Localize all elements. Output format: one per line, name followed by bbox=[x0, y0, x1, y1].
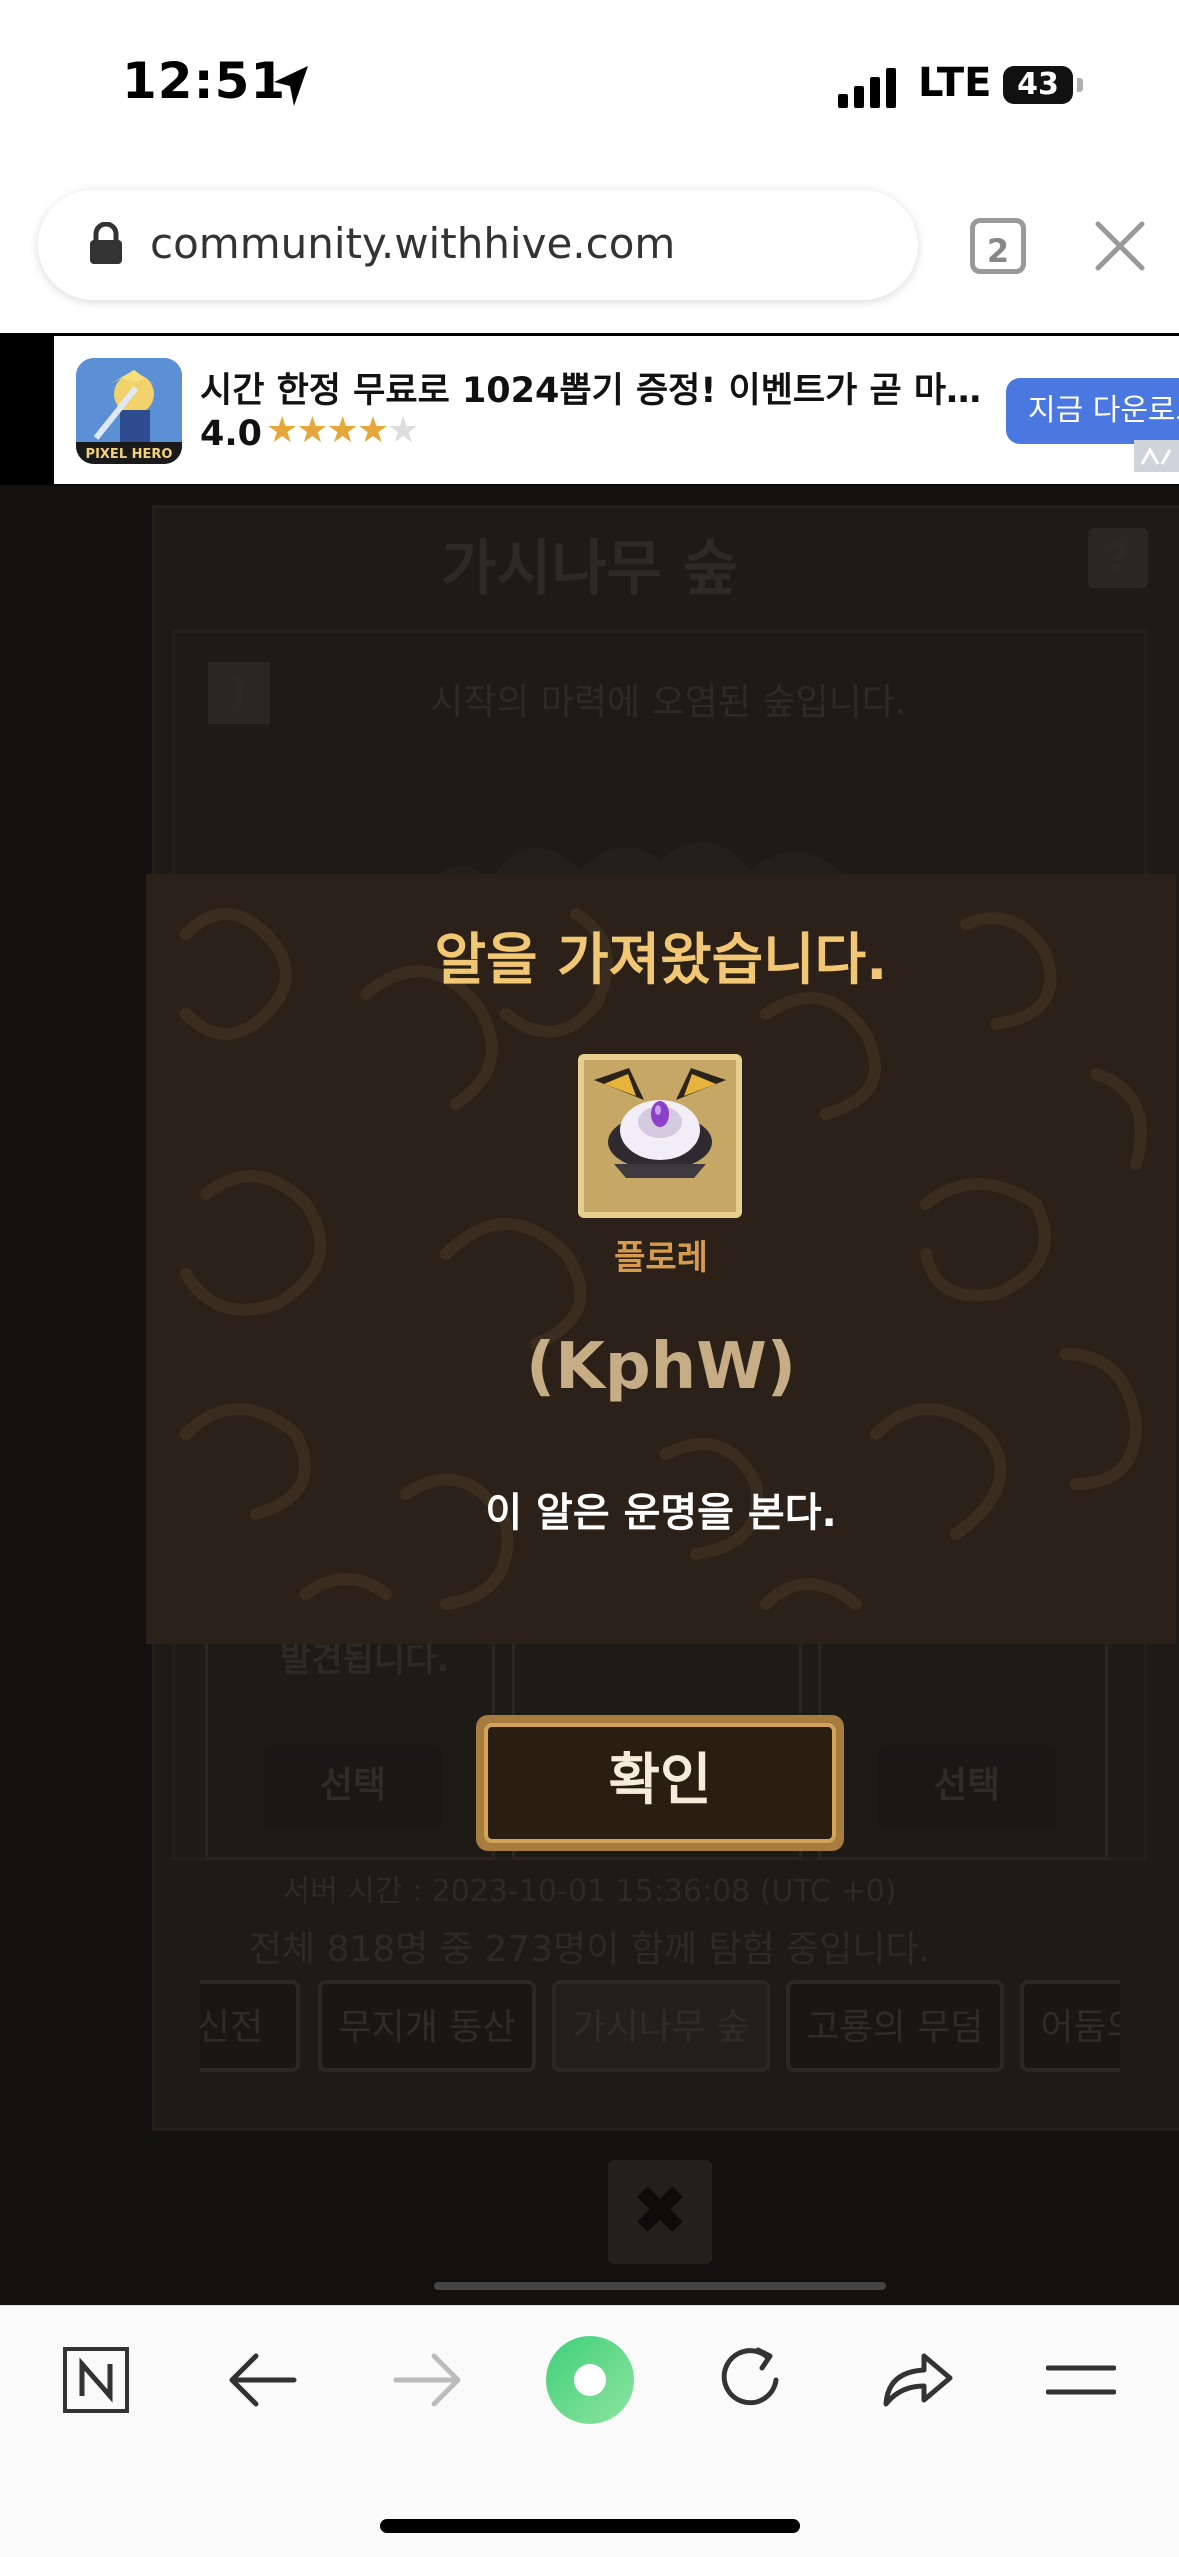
tab-darkness[interactable]: 어둠의 bbox=[1020, 1980, 1120, 2072]
share-icon[interactable] bbox=[880, 2348, 954, 2410]
explorer-count: 전체 818명 중 273명이 함께 탐험 중입니다. bbox=[248, 1929, 931, 1970]
confirm-button-label[interactable]: 확인 bbox=[484, 1723, 836, 1843]
ad-choices-icon[interactable] bbox=[1134, 440, 1179, 472]
url-text[interactable]: community.withhive.com bbox=[150, 219, 675, 268]
game-close-button[interactable]: ✖ bbox=[608, 2160, 712, 2264]
select-button-left[interactable]: 선택 bbox=[264, 1745, 442, 1827]
app-icon[interactable]: PIXEL HERO bbox=[76, 358, 182, 464]
area-tab-strip: 신전 무지개 동산 가시나무 숲 고룡의 무덤 어둠의 bbox=[200, 1975, 1120, 2079]
select-button-right[interactable]: 선택 bbox=[878, 1745, 1056, 1827]
signal-icon bbox=[838, 68, 896, 108]
egg-icon bbox=[584, 1060, 736, 1212]
area-description: 시작의 마력에 오염된 숲입니다. bbox=[430, 682, 907, 723]
forward-icon[interactable] bbox=[392, 2352, 462, 2408]
tab-thorn-forest[interactable]: 가시나무 숲 bbox=[552, 1980, 770, 2072]
battery-tip bbox=[1077, 78, 1083, 92]
back-icon[interactable] bbox=[228, 2352, 298, 2408]
scroll-indicator bbox=[434, 2282, 886, 2290]
ad-download-button[interactable]: 지금 다운로드 bbox=[1006, 378, 1179, 444]
tab-shrine[interactable]: 신전 bbox=[200, 1980, 300, 2072]
close-icon[interactable] bbox=[1094, 220, 1146, 272]
tab-switcher-button[interactable]: 2 bbox=[970, 218, 1026, 274]
lock-icon bbox=[90, 222, 122, 264]
green-dot-icon[interactable] bbox=[544, 2334, 636, 2426]
battery-icon: 43 bbox=[1003, 66, 1073, 104]
home-indicator bbox=[380, 2519, 800, 2533]
info-icon[interactable]: i bbox=[208, 662, 270, 724]
egg-code: (KphW) bbox=[525, 1330, 797, 1404]
status-time: 12:51 bbox=[122, 52, 287, 110]
help-button[interactable]: ? bbox=[1088, 528, 1148, 588]
naver-icon[interactable] bbox=[62, 2346, 130, 2414]
menu-icon[interactable] bbox=[1046, 2362, 1116, 2398]
egg-name: 플로레 bbox=[614, 1238, 708, 1278]
egg-description: 이 알은 운명을 본다. bbox=[485, 1490, 837, 1536]
network-type: LTE bbox=[918, 60, 992, 106]
area-title: 가시나무 숲 bbox=[441, 534, 738, 604]
egg-image bbox=[578, 1054, 742, 1218]
svg-text:PIXEL HERO: PIXEL HERO bbox=[86, 447, 173, 462]
ad-title[interactable]: 시간 한정 무료로 1024뽑기 증정! 이벤트가 곧 마감됩니다 bbox=[200, 362, 990, 413]
tab-rainbow-hill[interactable]: 무지개 동산 bbox=[318, 1980, 536, 2072]
confirm-button[interactable]: 확인 bbox=[476, 1715, 844, 1851]
star-rating-icon: ★★★★★ bbox=[266, 410, 419, 451]
location-arrow-icon bbox=[274, 66, 308, 106]
ad-rating: 4.0 bbox=[200, 414, 263, 454]
tab-dragon-tomb[interactable]: 고룡의 무덤 bbox=[786, 1980, 1004, 2072]
reload-icon[interactable] bbox=[718, 2344, 786, 2414]
server-time: 서버 시간 : 2023-10-01 15:36:08 (UTC +0) bbox=[282, 1874, 897, 1909]
modal-title: 알을 가져왔습니다. bbox=[434, 928, 888, 993]
